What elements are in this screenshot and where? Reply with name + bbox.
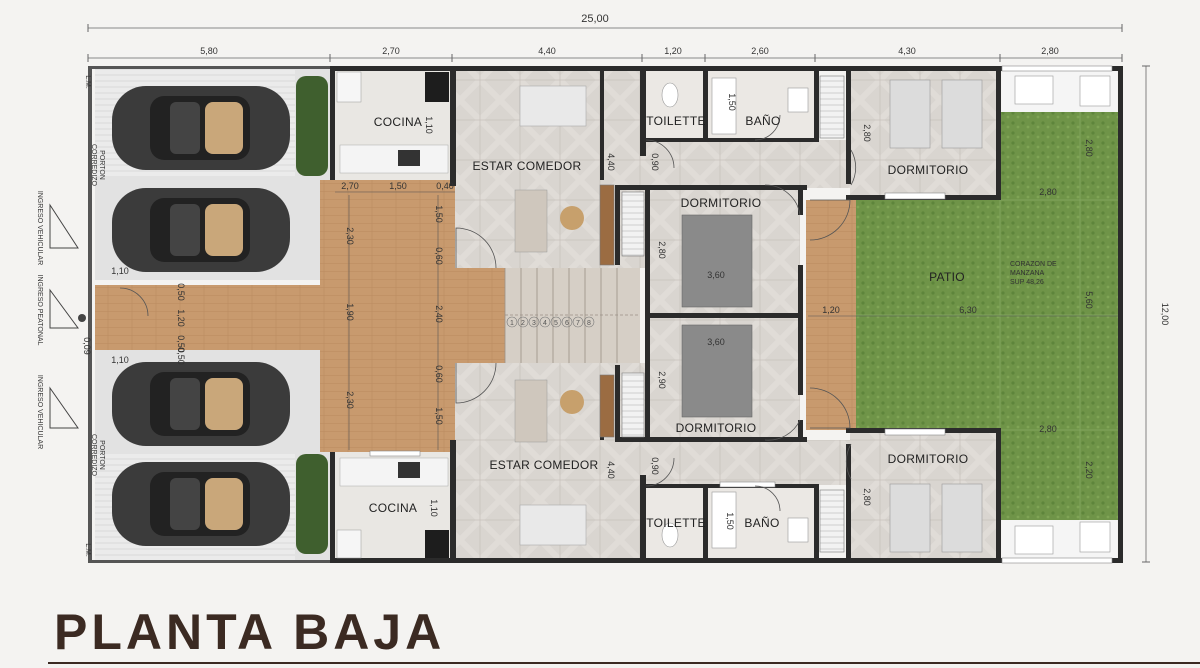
label-estar-bottom: ESTAR COMEDOR	[489, 458, 598, 472]
label-dorm-top-right: DORMITORIO	[888, 163, 969, 177]
label-patio: PATIO	[929, 270, 965, 284]
label-ingreso-vehicular-bottom: INGRESO VEHICULAR	[36, 375, 43, 449]
stair-step-1: 1	[510, 320, 514, 327]
label-cocina-top: COCINA	[374, 115, 422, 129]
label-lm-top: L.M.	[84, 75, 91, 89]
floor-plan: 25,00 5,80 2,70 4,40 1,20 2,60 4,30 2,80…	[36, 13, 1170, 564]
label-lm-bottom: L.M.	[84, 543, 91, 557]
dim-total-width: 25,00	[581, 13, 609, 25]
label-toilette-top: TOILETTE	[646, 114, 706, 128]
label-dorm-bottom-right: DORMITORIO	[888, 452, 969, 466]
dim-toilette-v1: 0,90	[650, 153, 660, 171]
dim-door-small: 0,50	[176, 347, 186, 365]
label-dorm-bottom-mid: DORMITORIO	[676, 421, 757, 435]
entry-markers: INGRESO VEHICULAR INGRESO PEATONAL INGRE…	[36, 75, 105, 557]
dim-toilette-v2: 0,90	[650, 457, 660, 475]
top-dimensions: 25,00 5,80 2,70 4,40 1,20 2,60 4,30 2,80	[87, 13, 1123, 62]
dim-cocina-v1: 1,10	[424, 116, 434, 134]
stair-step-6: 6	[565, 320, 569, 327]
dim-patio-w: 6,30	[959, 305, 977, 315]
label-bano-top: BAÑO	[745, 114, 780, 128]
dim-dorm-mid-h1: 2,80	[657, 241, 667, 259]
label-ingreso-peatonal: INGRESO PEATONAL	[36, 275, 43, 346]
dim-corridor-v-4: 0,60	[434, 365, 444, 383]
car-4	[112, 462, 290, 546]
dim-corridor-v-3: 2,40	[434, 305, 444, 323]
dim-ped-1: 0,50	[176, 283, 186, 301]
plan-title: PLANTA BAJA	[54, 604, 446, 660]
dim-dorm-mid-w1: 3,60	[707, 270, 725, 280]
dim-green-w2: 2,80	[1039, 424, 1057, 434]
right-dimension: 12,00	[1142, 65, 1170, 563]
dim-corridor-top-3: 0,40	[436, 181, 454, 191]
dim-total-height: 12,00	[1160, 303, 1170, 326]
stair-step-5: 5	[554, 320, 558, 327]
dim-green-h2: 2,20	[1084, 461, 1094, 479]
label-porton-top: PORTON	[98, 150, 105, 180]
label-ingreso-vehicular-top: INGRESO VEHICULAR	[36, 191, 43, 265]
dim-cocina-v2: 1,10	[429, 499, 439, 517]
dim-dorm-mid-w2: 3,60	[707, 337, 725, 347]
dim-parking-h-3: 2,30	[345, 391, 355, 409]
stair-floor	[505, 268, 640, 363]
dim-green-h1: 2,80	[1084, 139, 1094, 157]
dim-seg-1: 5,80	[200, 46, 218, 56]
dim-green-w1: 2,80	[1039, 187, 1057, 197]
dim-corridor-v-2: 0,60	[434, 247, 444, 265]
dim-corridor-v-1: 1,50	[434, 205, 444, 223]
dim-dorm-right-h1: 2,80	[862, 124, 872, 142]
hall-top-floor	[640, 140, 850, 188]
title-rule	[48, 662, 1200, 664]
dim-dorm-mid-h2: 2,90	[657, 371, 667, 389]
car-2	[112, 188, 290, 272]
label-corazon-2: MANZANA	[1010, 270, 1045, 277]
dim-garage-w1: 1,10	[111, 266, 129, 276]
dim-corridor-top-2: 1,50	[389, 181, 407, 191]
label-corredizo-top: CORREDIZO	[90, 144, 97, 187]
dim-corridor-top-1: 2,70	[341, 181, 359, 191]
dim-dorm-right-h2: 2,80	[862, 488, 872, 506]
label-corredizo-bottom: CORREDIZO	[90, 434, 97, 477]
dim-garage-w2: 1,10	[111, 355, 129, 365]
hall-bottom-floor	[640, 440, 850, 485]
dim-parking-h-2: 1,90	[345, 303, 355, 321]
dim-bano-v2: 1,50	[725, 512, 735, 530]
stair-step-7: 7	[576, 320, 580, 327]
stair-step-3: 3	[532, 320, 536, 327]
dim-estar-v2: 4,40	[606, 461, 616, 479]
dim-corridor-v-5: 1,50	[434, 407, 444, 425]
label-cocina-bottom: COCINA	[369, 501, 417, 515]
dim-hall-w: 1,20	[822, 305, 840, 315]
car-1	[112, 86, 290, 170]
stair-step-8: 8	[587, 320, 591, 327]
label-bano-bottom: BAÑO	[744, 516, 779, 530]
label-estar-top: ESTAR COMEDOR	[472, 159, 581, 173]
dim-seg-6: 4,30	[898, 46, 916, 56]
dim-step-small: 0,09	[82, 337, 92, 355]
label-porton-bottom: PORTON	[98, 440, 105, 470]
label-dorm-top-mid: DORMITORIO	[681, 196, 762, 210]
dim-bano-v1: 1,50	[727, 93, 737, 111]
dim-estar-v1: 4,40	[606, 153, 616, 171]
dim-parking-h-1: 2,30	[345, 227, 355, 245]
dim-ped-2: 1,20	[176, 309, 186, 327]
stair-step-2: 2	[521, 320, 525, 327]
dim-seg-2: 2,70	[382, 46, 400, 56]
dim-seg-7: 2,80	[1041, 46, 1059, 56]
label-toilette-bottom: TOILETTE	[646, 516, 706, 530]
stair-step-4: 4	[543, 320, 547, 327]
dim-patio-h: 5,60	[1084, 291, 1094, 309]
car-3	[112, 362, 290, 446]
dim-seg-3: 4,40	[538, 46, 556, 56]
label-corazon-3: SUP 48,26	[1010, 279, 1044, 286]
dim-seg-4: 1,20	[664, 46, 682, 56]
dim-seg-5: 2,60	[751, 46, 769, 56]
label-corazon-1: CORAZON DE	[1010, 261, 1057, 268]
stair-landing-floor	[455, 268, 505, 363]
